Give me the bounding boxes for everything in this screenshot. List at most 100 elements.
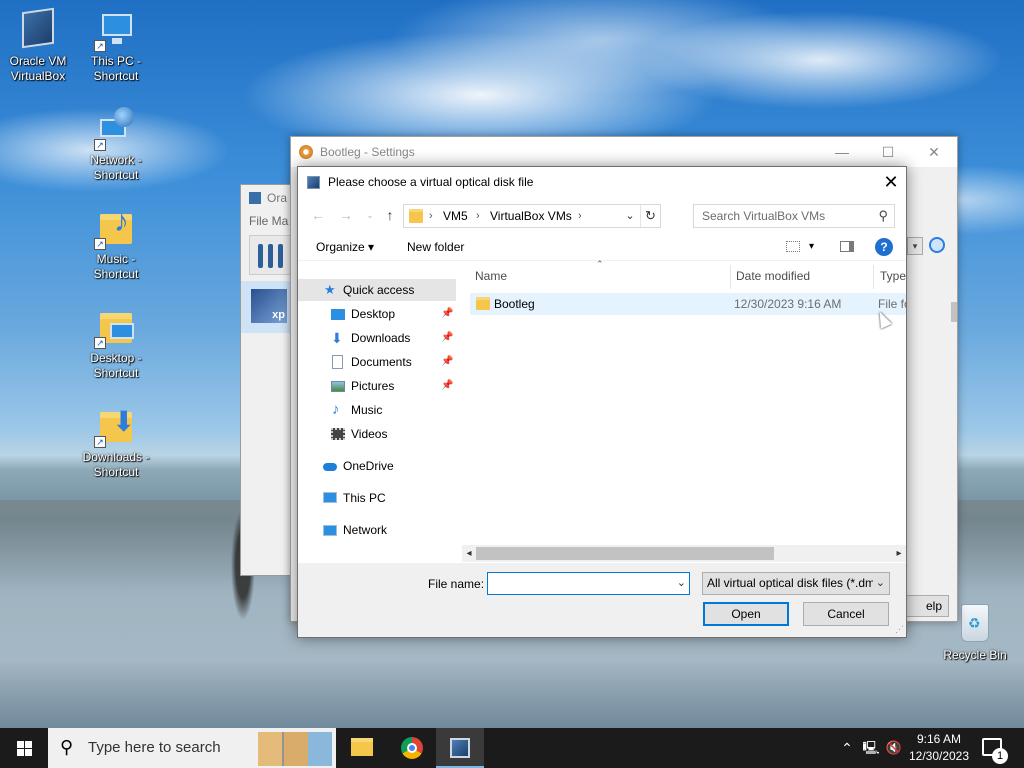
download-icon: ⬇ — [331, 330, 343, 346]
file-open-dialog[interactable]: Please choose a virtual optical disk fil… — [297, 166, 907, 638]
nav-quick-access[interactable]: ★ Quick access — [298, 279, 456, 301]
close-button[interactable]: ✕ — [911, 137, 957, 167]
address-bar[interactable]: › VM5 › VirtualBox VMs › ⌄ ↻ — [403, 204, 661, 228]
table-row[interactable]: Bootleg 12/30/2023 9:16 AM File folder — [470, 293, 906, 315]
nav-label: Music — [351, 403, 383, 417]
close-button[interactable]: ✕ — [876, 167, 906, 197]
minimize-button[interactable]: — — [819, 137, 865, 167]
file-name-input[interactable] — [488, 573, 668, 594]
cloud-icon — [323, 463, 337, 471]
nav-network[interactable]: Network — [298, 519, 456, 541]
volume-muted-icon[interactable]: 🔇 — [884, 728, 904, 768]
maximize-button[interactable]: ☐ — [865, 137, 911, 167]
new-folder-button[interactable]: New folder — [407, 233, 464, 261]
help-button[interactable]: elp — [905, 595, 949, 617]
desktop-icon-network[interactable]: ↗ Network - Shortcut — [78, 107, 154, 183]
clock-time: 9:16 AM — [916, 732, 962, 746]
search-box[interactable]: ⚲ — [693, 204, 895, 228]
nav-onedrive[interactable]: OneDrive — [298, 455, 456, 477]
recent-locations-icon[interactable]: ⌄ — [360, 207, 380, 225]
computer-icon — [323, 492, 337, 503]
resize-grip-icon[interactable]: ⋰ — [895, 624, 904, 635]
preview-pane-icon[interactable] — [840, 241, 854, 252]
nav-label: Network — [343, 523, 388, 537]
taskbar-virtualbox[interactable] — [436, 728, 484, 768]
help-icon[interactable]: ? — [875, 238, 893, 256]
view-options-icon[interactable] — [786, 241, 800, 252]
navigation-pane: ★ Quick access Desktop 📌 ⬇ Downloads 📌 D… — [298, 263, 458, 563]
network-status-icon[interactable]: 🖳 — [860, 728, 882, 768]
taskbar-file-explorer[interactable] — [338, 728, 386, 768]
column-header-date[interactable]: Date modified — [736, 263, 810, 289]
scroll-right-icon[interactable]: ▸ — [892, 545, 906, 562]
scroll-left-icon[interactable]: ◂ — [462, 545, 476, 562]
clock[interactable]: 9:16 AM 12/30/2023 — [906, 731, 972, 765]
chevron-down-icon[interactable]: ▾ — [907, 237, 923, 255]
nav-this-pc[interactable]: This PC — [298, 487, 456, 509]
cancel-button[interactable]: Cancel — [803, 602, 889, 626]
nav-label: This PC — [343, 491, 386, 505]
nav-music[interactable]: ♪ Music — [298, 399, 456, 421]
scrollbar[interactable] — [951, 302, 957, 322]
desktop-icon-downloads[interactable]: ⬇ ↗ Downloads - Shortcut — [78, 404, 154, 480]
file-name-label: File name: — [428, 577, 485, 591]
computer-icon — [102, 14, 132, 36]
nav-label: OneDrive — [343, 459, 394, 473]
desktop-icon-label: Oracle VM VirtualBox — [9, 54, 67, 83]
search-highlight-image — [258, 732, 332, 766]
pictures-icon — [331, 381, 345, 392]
up-arrow-icon[interactable]: ↑ — [380, 207, 400, 225]
nav-desktop[interactable]: Desktop 📌 — [298, 303, 456, 325]
chevron-down-icon[interactable]: ⌄ — [677, 573, 686, 594]
tools-icon[interactable] — [249, 235, 291, 275]
virtualbox-icon — [307, 176, 320, 189]
nav-documents[interactable]: Documents 📌 — [298, 351, 456, 373]
organize-label: Organize — [316, 240, 365, 254]
desktop-icon-desktop[interactable]: ↗ Desktop - Shortcut — [78, 305, 154, 381]
horizontal-scrollbar[interactable]: ◂ ▸ — [462, 545, 906, 562]
start-button[interactable] — [0, 728, 48, 768]
pin-icon[interactable]: 📌 — [441, 375, 453, 397]
column-header-type[interactable]: Type — [880, 263, 906, 289]
column-header-name[interactable]: Name — [475, 263, 507, 289]
file-type-select[interactable]: All virtual optical disk files (*.dmg *.… — [702, 572, 890, 595]
optical-disc-icon[interactable] — [929, 237, 945, 253]
nav-pictures[interactable]: Pictures 📌 — [298, 375, 456, 397]
nav-label: Pictures — [351, 379, 395, 393]
scrollbar-thumb[interactable] — [476, 547, 774, 560]
chrome-icon — [401, 737, 423, 759]
virtualbox-icon — [249, 192, 261, 204]
chevron-down-icon[interactable]: ⌄ — [622, 205, 638, 227]
back-arrow-icon[interactable]: ← — [308, 207, 328, 225]
breadcrumb-virtualbox-vms[interactable]: VirtualBox VMs — [490, 205, 572, 227]
taskbar-chrome[interactable] — [388, 728, 436, 768]
show-hidden-icons-icon[interactable]: ⌃ — [838, 728, 856, 768]
taskbar-search-box[interactable]: ⚲ Type here to search — [48, 728, 336, 768]
window-title: Bootleg - Settings — [320, 145, 415, 159]
virtualbox-icon — [450, 738, 470, 758]
open-button[interactable]: Open — [703, 602, 789, 626]
desktop-icon-virtualbox[interactable]: Oracle VM VirtualBox — [0, 7, 76, 84]
forward-arrow-icon[interactable]: → — [336, 207, 356, 225]
refresh-icon[interactable]: ↻ — [640, 205, 660, 227]
file-list: ⌃ Name Date modified Type Bootleg 12/30/… — [462, 259, 906, 563]
chevron-down-icon[interactable]: ▾ — [809, 233, 814, 261]
desktop-icon-this-pc[interactable]: ↗ This PC - Shortcut — [78, 8, 154, 84]
nav-downloads[interactable]: ⬇ Downloads 📌 — [298, 327, 456, 349]
breadcrumb-vm5[interactable]: VM5 — [443, 205, 468, 227]
network-icon — [323, 525, 337, 536]
pin-icon[interactable]: 📌 — [441, 351, 453, 373]
search-input[interactable] — [694, 205, 864, 227]
folder-icon — [409, 209, 423, 223]
file-explorer-icon — [351, 738, 373, 756]
video-icon — [331, 428, 345, 440]
file-name-combobox[interactable]: ⌄ — [487, 572, 690, 595]
nav-videos[interactable]: Videos — [298, 423, 456, 445]
shortcut-arrow-icon: ↗ — [94, 40, 106, 52]
pin-icon[interactable]: 📌 — [441, 327, 453, 349]
desktop-icon-label: Downloads - Shortcut — [82, 450, 150, 479]
organize-button[interactable]: Organize ▾ — [316, 233, 374, 261]
nav-label: Desktop — [351, 307, 396, 321]
desktop-icon-music[interactable]: ♪ ↗ Music - Shortcut — [78, 206, 154, 282]
pin-icon[interactable]: 📌 — [441, 303, 453, 325]
